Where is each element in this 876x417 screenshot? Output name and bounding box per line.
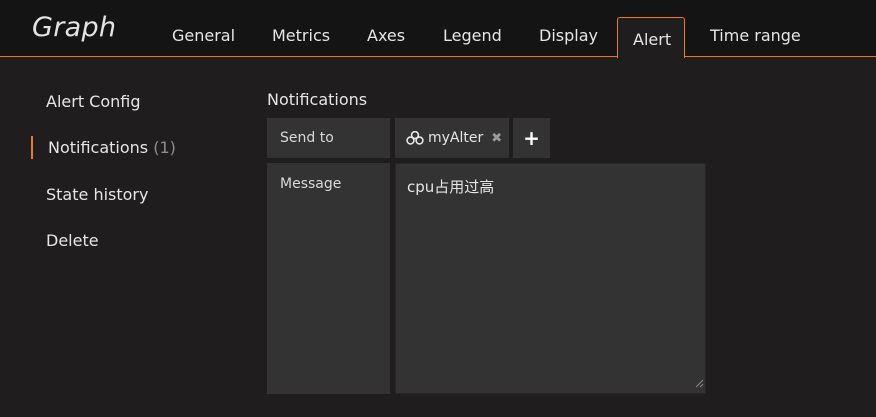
add-recipient-button[interactable]: + (513, 118, 550, 158)
sidebar-item-label: Delete (46, 231, 99, 250)
users-icon (406, 131, 424, 145)
resize-handle-icon[interactable] (694, 374, 704, 392)
tab-metrics[interactable]: Metrics (272, 26, 330, 45)
panel-title: Graph (32, 12, 117, 43)
tab-general[interactable]: General (172, 26, 235, 45)
message-text: cpu占用过高 (407, 178, 495, 196)
sidebar-item-label: Alert Config (46, 92, 141, 111)
tab-alert[interactable]: Alert (617, 17, 685, 58)
tab-time-range[interactable]: Time range (710, 26, 801, 45)
sidebar-item-label: Notifications (48, 138, 149, 157)
recipient-name: myAlter (428, 130, 484, 146)
panel-header: Graph General Metrics Axes Legend Displa… (0, 0, 876, 58)
sidebar-item-label: State history (46, 185, 149, 204)
send-to-label: Send to (267, 118, 390, 158)
tab-display[interactable]: Display (539, 26, 598, 45)
notification-count: (1) (153, 138, 176, 157)
message-textarea[interactable]: cpu占用过高 (395, 163, 706, 394)
sidebar-item-alert-config[interactable]: Alert Config (46, 92, 141, 111)
message-label: Message (267, 163, 390, 394)
remove-recipient-icon[interactable]: ✖ (491, 131, 502, 146)
tab-axes[interactable]: Axes (367, 26, 405, 45)
sidebar-item-state-history[interactable]: State history (46, 185, 148, 204)
sidebar-item-delete[interactable]: Delete (46, 231, 99, 250)
active-indicator (31, 136, 33, 159)
recipient-tag[interactable]: myAlter ✖ (395, 118, 509, 158)
section-title: Notifications (267, 90, 368, 109)
tab-legend[interactable]: Legend (443, 26, 502, 45)
sidebar-item-notifications[interactable]: Notifications (1) (48, 138, 176, 157)
